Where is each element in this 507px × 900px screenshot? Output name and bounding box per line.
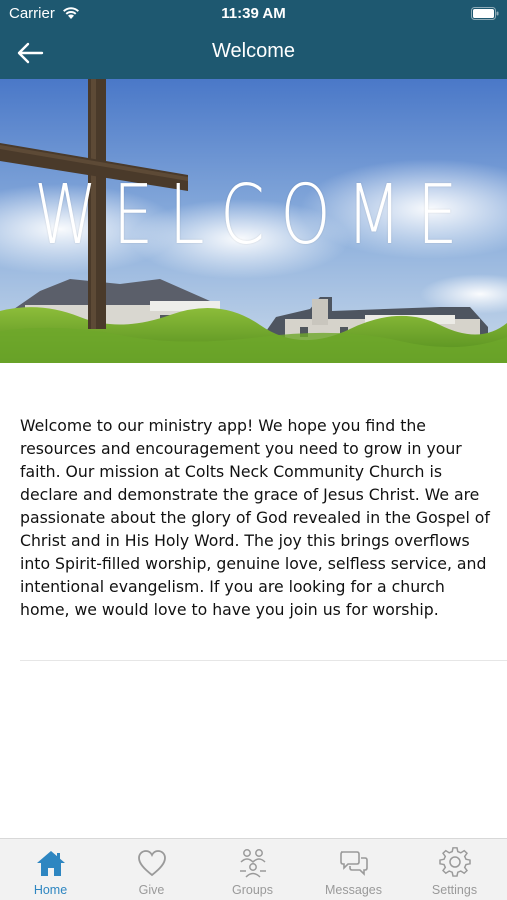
tab-home[interactable]: Home	[0, 839, 101, 900]
navigation-bar: Welcome	[0, 28, 507, 79]
messages-icon	[340, 851, 368, 876]
content-divider	[20, 660, 507, 661]
battery-icon	[471, 7, 499, 20]
tab-give[interactable]: Give	[101, 839, 202, 900]
tab-give-label: Give	[138, 883, 165, 897]
status-time: 11:39 AM	[221, 5, 286, 22]
tab-messages-label: Messages	[325, 883, 382, 897]
welcome-banner-text: WELCOME	[34, 168, 474, 263]
tab-messages[interactable]: Messages	[303, 839, 404, 900]
tab-home-label: Home	[33, 883, 68, 897]
app-header: Carrier 11:39 AM Welcome	[0, 0, 507, 79]
heart-icon	[138, 850, 166, 877]
tab-groups[interactable]: Groups	[202, 839, 303, 900]
status-bar: Carrier 11:39 AM	[0, 0, 507, 28]
tab-bar: Home Give Groups Messages Settings	[0, 838, 507, 900]
tab-settings[interactable]: Settings	[404, 839, 505, 900]
page-title: Welcome	[212, 40, 295, 62]
gear-icon	[439, 847, 471, 877]
tab-groups-label: Groups	[232, 883, 273, 897]
groups-icon	[240, 849, 266, 878]
welcome-banner-image: WELCOME	[0, 79, 507, 363]
tab-settings-label: Settings	[431, 883, 478, 897]
home-icon	[37, 851, 65, 876]
welcome-message: Welcome to our ministry app! We hope you…	[20, 416, 490, 619]
